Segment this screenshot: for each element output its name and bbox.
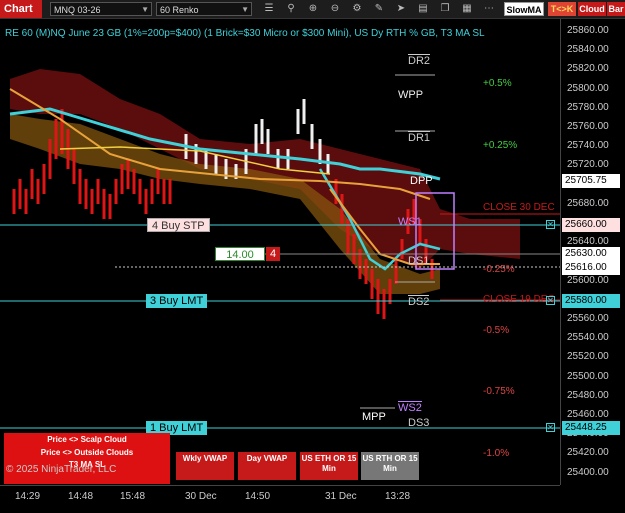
price-tick: 25500.00	[567, 370, 609, 382]
list-icon[interactable]: ☰	[262, 2, 276, 16]
price-tick: 25460.00	[567, 409, 609, 420]
price-tick: 25760.00	[567, 121, 609, 132]
pct-level-label: -1.0%	[483, 448, 510, 459]
time-tick: 14:29	[15, 491, 41, 502]
zoom-in-icon[interactable]: ⊕	[306, 2, 320, 16]
pivot-ws2: WS2	[398, 401, 422, 414]
windows-icon[interactable]: ❐	[438, 2, 452, 16]
pivot-dr2: DR2	[408, 54, 431, 67]
price-tick: 25860.00	[567, 25, 609, 36]
price-tick: 25600.00	[567, 274, 609, 286]
grid-icon[interactable]: ▦	[460, 2, 474, 16]
price-tick: 25480.00	[567, 389, 609, 401]
position-qty[interactable]: 4	[266, 247, 280, 261]
upper-cloud	[10, 69, 520, 269]
instrument-select[interactable]: MNQ 03-26 ▼	[50, 2, 152, 16]
drawing-icon[interactable]: ✎	[372, 2, 386, 16]
pivot-wpp: WPP	[398, 89, 424, 101]
us-rth-button[interactable]: US RTH OR 15 Min	[361, 452, 419, 480]
pivot-dpp: DPP	[410, 175, 433, 187]
time-tick: 15:48	[120, 491, 146, 502]
close-label: CLOSE 19 DEC	[483, 294, 555, 305]
close-label: CLOSE 30 DEC	[483, 202, 555, 213]
legend-scalp: Price <> Scalp Cloud	[47, 435, 127, 444]
price-tick: 25640.00	[567, 236, 609, 248]
pct-level-label: +0.5%	[483, 78, 512, 89]
pivot-ws1: WS1	[398, 216, 422, 228]
cloud-button[interactable]: Cloud	[578, 2, 606, 16]
position-pnl[interactable]: 14.00	[215, 247, 265, 261]
close-order-icon[interactable]: ✕	[546, 423, 555, 432]
indicator-select[interactable]: SlowMA	[504, 2, 544, 16]
price-tick: 25740.00	[567, 140, 609, 152]
instrument-label: MNQ 03-26	[54, 5, 101, 15]
time-tick: 14:50	[245, 491, 271, 502]
time-tick: 31 Dec	[325, 491, 357, 502]
pivot-dr1: DR1	[408, 131, 431, 144]
pct-level-label: -0.5%	[483, 325, 510, 336]
buy-stp-order[interactable]: 4 Buy STP	[147, 218, 210, 232]
zoom-out-icon[interactable]: ⊖	[328, 2, 342, 16]
pivot-mpp: MPP	[362, 411, 386, 423]
day-vwap-button[interactable]: Day VWAP	[238, 452, 296, 480]
legend-outside: Price <> Outside Clouds	[40, 448, 134, 457]
pivot-ds1: DS1	[408, 255, 430, 267]
pct-level-label: +0.25%	[483, 140, 518, 151]
buy-lmt-1-price-box: 25448.25	[562, 421, 620, 435]
pct-level-label: -0.25%	[483, 264, 515, 275]
time-tick: 30 Dec	[185, 491, 217, 502]
chart-plot-area[interactable]: RE 60 (M)NQ June 23 GB (1%=200p=$400) (1…	[0, 19, 560, 485]
tck-button[interactable]: T<>K	[548, 2, 576, 16]
cursor-icon[interactable]: ➤	[394, 2, 408, 16]
last-price-box: 25616.00	[562, 261, 620, 275]
price-tick: 25420.00	[567, 447, 609, 459]
price-tick: 25820.00	[567, 63, 609, 75]
chart-toolbar: Chart MNQ 03-26 ▼ 60 Renko ▼ ☰ ⚲ ⊕ ⊖ ⚙ ✎…	[0, 0, 625, 19]
price-tick: 25840.00	[567, 44, 609, 56]
interval-select[interactable]: 60 Renko ▼	[156, 2, 252, 16]
price-tick: 25800.00	[567, 82, 609, 94]
current-price-box: 25705.75	[562, 174, 620, 188]
chevron-down-icon: ▼	[141, 5, 149, 14]
price-tick: 25720.00	[567, 159, 609, 171]
price-tick: 25560.00	[567, 313, 609, 324]
interval-label: 60 Renko	[160, 5, 199, 15]
buy-lmt-3-price-box: 25580.00	[562, 294, 620, 308]
buy-lmt-3-order[interactable]: 3 Buy LMT	[146, 294, 208, 308]
time-axis[interactable]: 14:29 14:48 15:48 30 Dec 14:50 31 Dec 13…	[0, 485, 560, 513]
bar-button[interactable]: Bar	[607, 2, 625, 16]
chart-tab[interactable]: Chart	[0, 0, 42, 18]
legend-box: Price <> Scalp Cloud Price <> Outside Cl…	[4, 433, 170, 484]
pct-level-label: -0.75%	[483, 386, 515, 397]
price-tick: 25540.00	[567, 332, 609, 344]
us-eth-button[interactable]: US ETH OR 15 Min	[300, 452, 358, 480]
properties-icon[interactable]: ⚙	[350, 2, 364, 16]
search-icon[interactable]: ⚲	[284, 2, 298, 16]
price-tick: 25520.00	[567, 351, 609, 363]
chart-canvas	[0, 69, 560, 429]
pivot-ds2: DS2	[408, 295, 430, 308]
price-tick: 25680.00	[567, 197, 609, 209]
copyright: © 2025 NinjaTrader, LLC	[6, 464, 117, 475]
chevron-down-icon: ▼	[241, 5, 249, 14]
more-icon[interactable]: ⋯	[482, 2, 496, 16]
entry-price-box: 25630.00	[562, 247, 620, 261]
close-order-icon[interactable]: ✕	[546, 220, 555, 229]
time-tick: 13:28	[385, 491, 411, 502]
data-box-icon[interactable]: ▤	[416, 2, 430, 16]
time-tick: 14:48	[68, 491, 94, 502]
close-order-icon[interactable]: ✕	[546, 296, 555, 305]
price-tick: 25780.00	[567, 101, 609, 113]
chart-title: RE 60 (M)NQ June 23 GB (1%=200p=$400) (1…	[5, 28, 485, 39]
pivot-ds3: DS3	[408, 417, 430, 429]
buy-stp-price-box: 25660.00	[562, 218, 620, 232]
wkly-vwap-button[interactable]: Wkly VWAP	[176, 452, 234, 480]
price-tick: 25400.00	[567, 466, 609, 478]
